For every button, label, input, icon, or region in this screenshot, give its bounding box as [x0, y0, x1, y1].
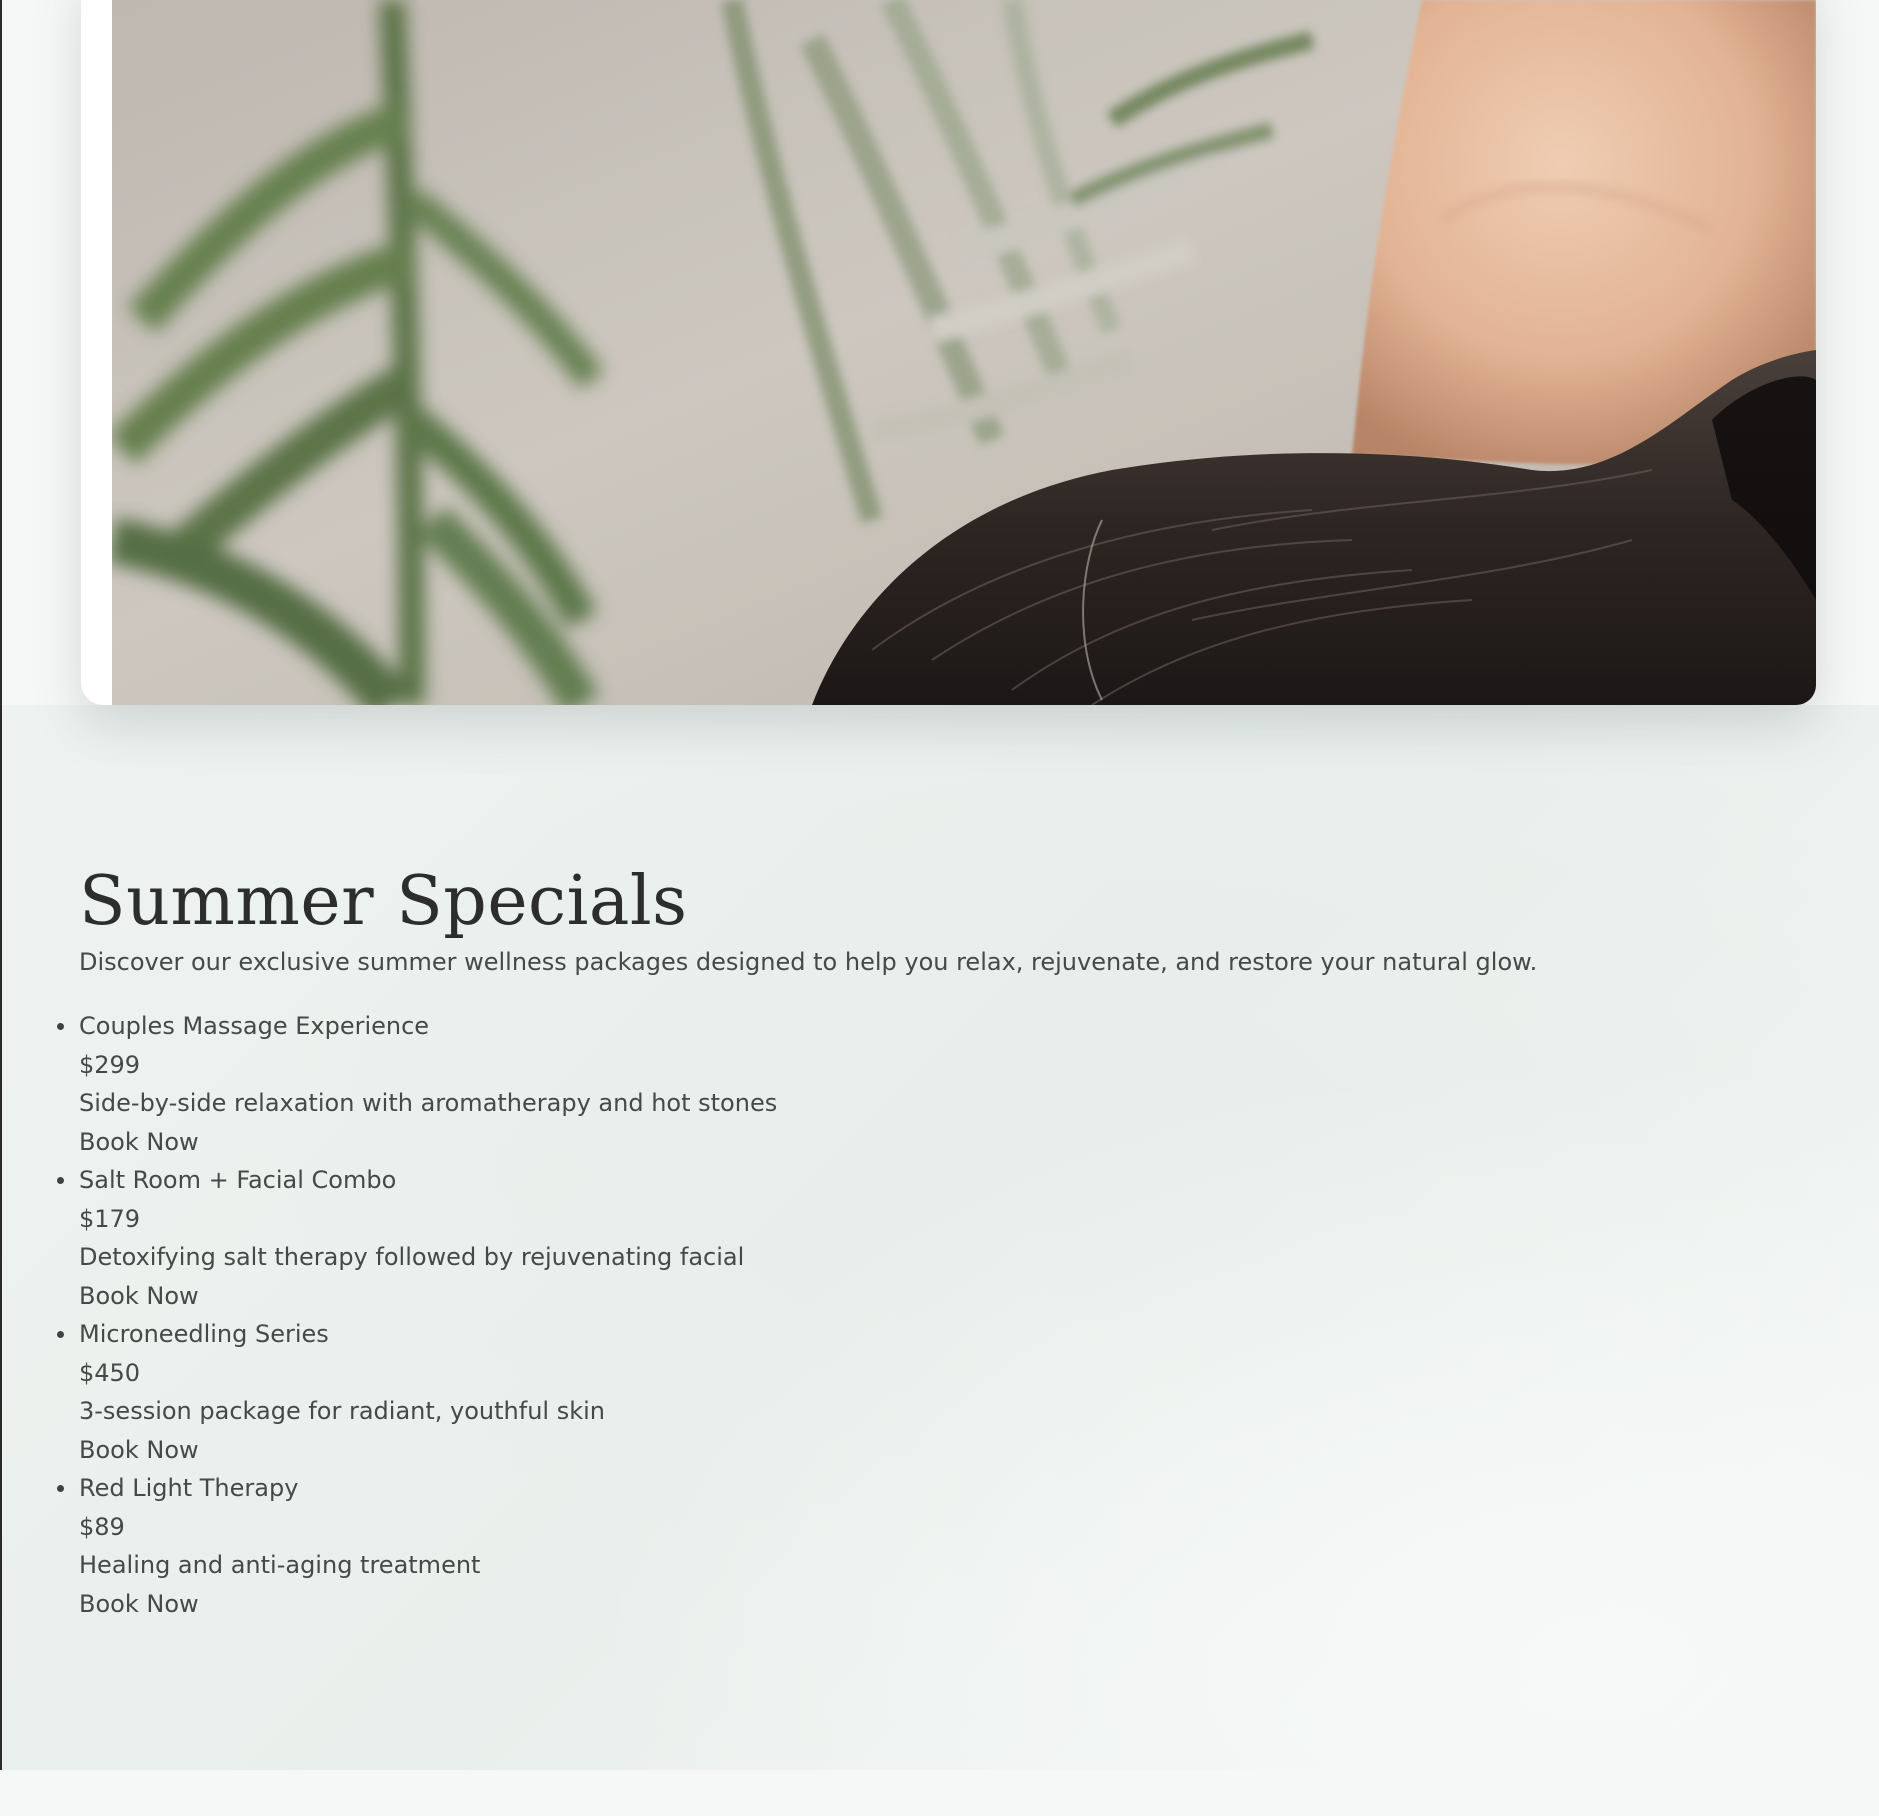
bullet-icon — [57, 1177, 64, 1184]
book-now-button[interactable]: Book Now — [79, 1431, 777, 1470]
offer-price: $89 — [79, 1512, 125, 1541]
offer-name: Red Light Therapy — [79, 1474, 299, 1502]
page-bottom-band — [0, 1770, 1879, 1816]
book-now-button[interactable]: Book Now — [79, 1277, 777, 1316]
list-item: Microneedling Series $450 3-session pack… — [57, 1315, 777, 1470]
offer-price: $179 — [79, 1204, 141, 1233]
specials-title: Summer Specials — [79, 862, 688, 941]
hero-image — [112, 0, 1816, 705]
offer-description: 3-session package for radiant, youthful … — [79, 1397, 605, 1425]
list-item: Salt Room + Facial Combo $179 Detoxifyin… — [57, 1161, 777, 1316]
offer-price: $450 — [79, 1358, 141, 1387]
offer-name: Couples Massage Experience — [79, 1012, 430, 1040]
book-now-button[interactable]: Book Now — [79, 1123, 777, 1162]
bullet-icon — [57, 1485, 64, 1492]
book-now-button[interactable]: Book Now — [79, 1585, 777, 1624]
offer-description: Detoxifying salt therapy followed by rej… — [79, 1243, 745, 1271]
offer-price: $299 — [79, 1050, 141, 1079]
offer-list: Couples Massage Experience $299 Side-by-… — [57, 1007, 778, 1624]
bullet-icon — [57, 1023, 64, 1030]
offer-name: Salt Room + Facial Combo — [79, 1166, 397, 1194]
list-item: Red Light Therapy $89 Healing and anti-a… — [57, 1469, 777, 1624]
offer-description: Healing and anti-aging treatment — [79, 1551, 481, 1579]
bullet-icon — [57, 1331, 64, 1338]
offer-name: Microneedling Series — [79, 1320, 329, 1348]
specials-intro: Discover our exclusive summer wellness p… — [79, 948, 1538, 976]
list-item: Couples Massage Experience $299 Side-by-… — [57, 1007, 778, 1162]
offer-description: Side-by-side relaxation with aromatherap… — [79, 1089, 778, 1117]
